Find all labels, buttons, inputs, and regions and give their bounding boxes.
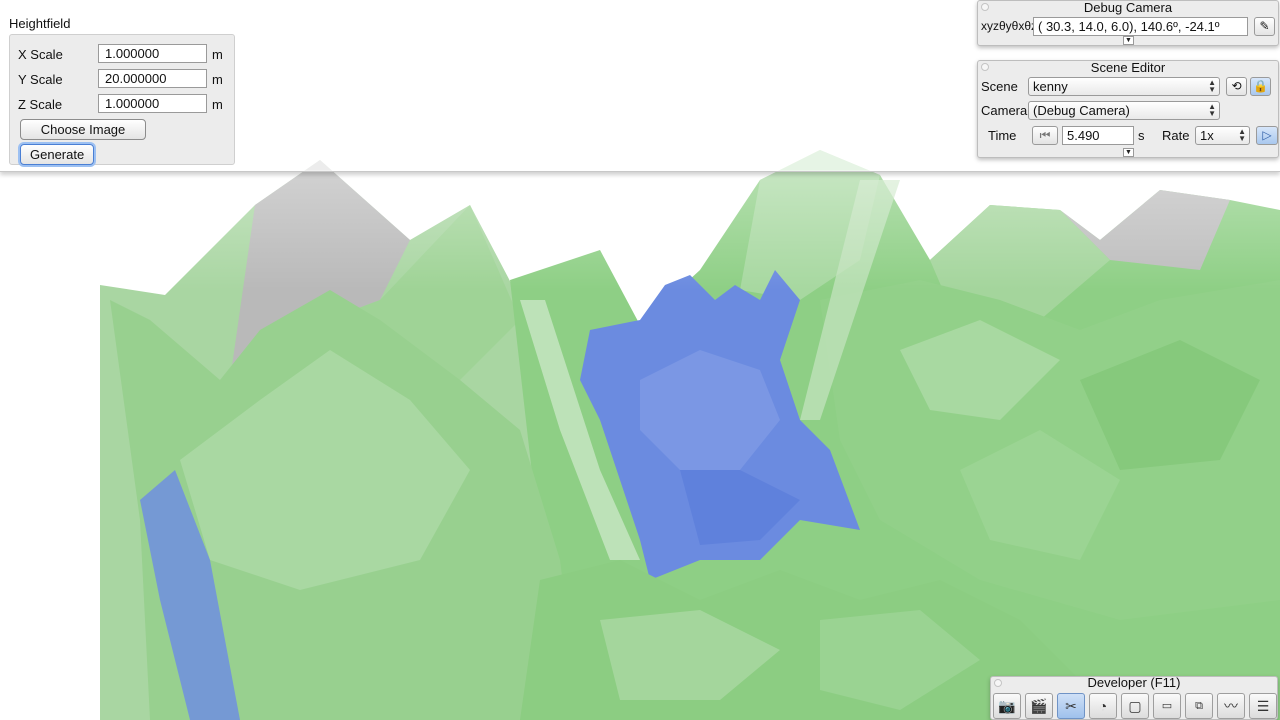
select-arrows-icon: ▲ ▼ <box>1208 78 1216 94</box>
y-scale-input[interactable]: 20.000000 <box>98 69 207 88</box>
camera-select-value: (Debug Camera) <box>1033 103 1130 118</box>
camera-coords-field[interactable]: ( 30.3, 14.0, 6.0), 140.6º, -24.1º <box>1033 17 1248 36</box>
terminal-icon[interactable]: ▭ <box>1153 693 1181 719</box>
scene-select[interactable]: kenny ▲ ▼ <box>1028 77 1220 96</box>
monitor-icon[interactable]: 〰 <box>1217 693 1245 719</box>
scene-editor-panel: Scene Editor Scene kenny ▲ ▼ ⟲ 🔒 Camera (… <box>977 60 1279 158</box>
lock-icon[interactable]: 🔒 <box>1250 77 1271 96</box>
rate-select-value: 1x <box>1200 128 1214 143</box>
camera-icon[interactable]: 📷 <box>993 693 1021 719</box>
z-scale-label: Z Scale <box>18 97 63 112</box>
scene-graph-icon[interactable]: ⧉ <box>1185 693 1213 719</box>
rate-select[interactable]: 1x ▲ ▼ <box>1195 126 1250 145</box>
select-arrows-icon: ▲ ▼ <box>1238 127 1246 143</box>
y-scale-unit: m <box>212 72 223 87</box>
clapperboard-icon[interactable]: 🎬 <box>1025 693 1053 719</box>
choose-image-file-button[interactable]: Choose Image File <box>20 119 146 156</box>
y-scale-row: Y Scale 20.000000 m <box>18 69 230 89</box>
z-scale-unit: m <box>212 97 223 112</box>
x-scale-label: X Scale <box>18 47 63 62</box>
scene-select-value: kenny <box>1033 79 1068 94</box>
chevron-down-icon[interactable]: ▼ <box>1123 36 1134 45</box>
time-unit: s <box>1138 128 1145 143</box>
generate-button[interactable]: Generate <box>20 144 94 165</box>
play-icon[interactable]: ▷ <box>1256 126 1278 145</box>
scene-editor-title: Scene Editor <box>1090 60 1166 75</box>
scene-label: Scene <box>981 79 1018 94</box>
heightfield-title: Heightfield <box>9 16 71 31</box>
profiler-icon[interactable]: ◔ <box>1089 693 1117 719</box>
heightfield-panel: X Scale 1.000000 m Y Scale 20.000000 m Z… <box>9 34 235 165</box>
x-scale-input[interactable]: 1.000000 <box>98 44 207 63</box>
x-scale-unit: m <box>212 47 223 62</box>
reload-icon[interactable]: ⟲ <box>1226 77 1247 96</box>
debug-camera-title: Debug Camera <box>1083 0 1173 15</box>
z-scale-row: Z Scale 1.000000 m <box>18 94 230 114</box>
debug-camera-panel: Debug Camera xyzθyθxθz ( 30.3, 14.0, 6.0… <box>977 0 1279 46</box>
rewind-icon[interactable]: ⏮ <box>1032 126 1058 145</box>
developer-toolbar: Developer (F11) 📷 🎬 ✂ ◔ ▢ ▭ ⧉ 〰 ☰ <box>990 675 1278 720</box>
rate-label: Rate <box>1162 128 1190 143</box>
camera-select[interactable]: (Debug Camera) ▲ ▼ <box>1028 101 1220 120</box>
camera-label: Camera <box>981 103 1028 118</box>
x-scale-row: X Scale 1.000000 m <box>18 44 230 64</box>
wrench-icon[interactable]: ✂ <box>1057 693 1085 719</box>
new-window-icon[interactable]: ▢ <box>1121 693 1149 719</box>
select-arrows-icon: ▲ ▼ <box>1208 102 1216 118</box>
edit-camera-icon[interactable]: ✎ <box>1254 17 1275 36</box>
z-scale-input[interactable]: 1.000000 <box>98 94 207 113</box>
time-label: Time <box>988 128 1017 143</box>
y-scale-label: Y Scale <box>18 72 63 87</box>
chevron-down-icon[interactable]: ▼ <box>1123 148 1134 157</box>
document-icon[interactable]: ☰ <box>1249 693 1277 719</box>
camera-coords-label: xyzθyθxθz <box>981 19 1038 33</box>
developer-title: Developer (F11) <box>1087 675 1181 690</box>
time-field[interactable]: 5.490 <box>1062 126 1134 145</box>
